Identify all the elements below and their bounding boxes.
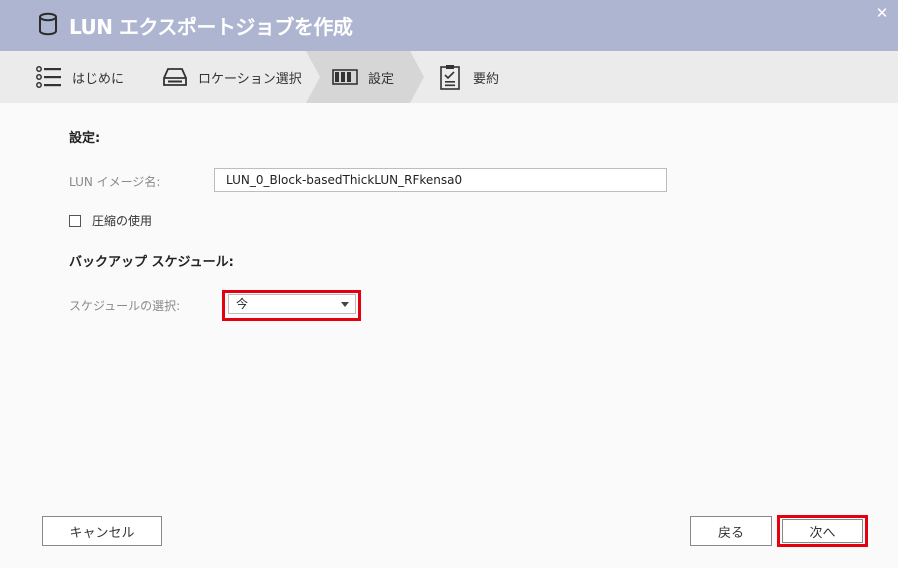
schedule-select-label: スケジュールの選択: [69,299,181,313]
step-label: 要約 [473,71,500,87]
settings-columns-icon [332,64,358,90]
database-icon [39,12,57,36]
step-summary[interactable]: 要約 [437,51,499,103]
backup-schedule-section-title: バックアップ スケジュール: [69,255,234,270]
lun-image-name-label: LUN イメージ名: [69,175,161,189]
list-icon [36,64,62,90]
step-settings[interactable]: 設定 [332,51,394,103]
dialog-title: LUN エクスポートジョブを作成 [69,15,353,39]
compression-checkbox[interactable] [69,214,81,227]
compression-label: 圧縮の使用 [92,214,153,228]
close-icon[interactable]: ✕ [874,5,890,21]
back-button[interactable]: 戻る [690,516,772,546]
step-label: ロケーション選択 [198,71,302,87]
settings-section-title: 設定: [69,131,101,146]
clipboard-icon [437,64,463,90]
step-introduction[interactable]: はじめに [36,51,124,103]
schedule-selected-value: 今 [236,297,249,311]
compression-checkbox-row[interactable]: 圧縮の使用 [69,212,152,229]
cancel-button[interactable]: キャンセル [42,516,162,546]
lun-image-name-input[interactable] [214,168,667,192]
wizard-steps: はじめに ロケーション選択 設定 要約 [0,51,898,103]
step-location-select[interactable]: ロケーション選択 [162,51,302,103]
step-label: 設定 [368,71,395,87]
dropdown-arrow-icon [341,302,349,307]
drive-icon [162,64,188,90]
title-bar: LUN エクスポートジョブを作成 ✕ [0,0,898,51]
next-button[interactable]: 次へ [782,519,863,543]
create-lun-export-job-dialog: LUN エクスポートジョブを作成 ✕ はじめに ロケーション選択 設定 要約 設… [0,0,898,568]
schedule-select[interactable]: 今 [228,294,356,314]
step-label: はじめに [72,71,125,87]
